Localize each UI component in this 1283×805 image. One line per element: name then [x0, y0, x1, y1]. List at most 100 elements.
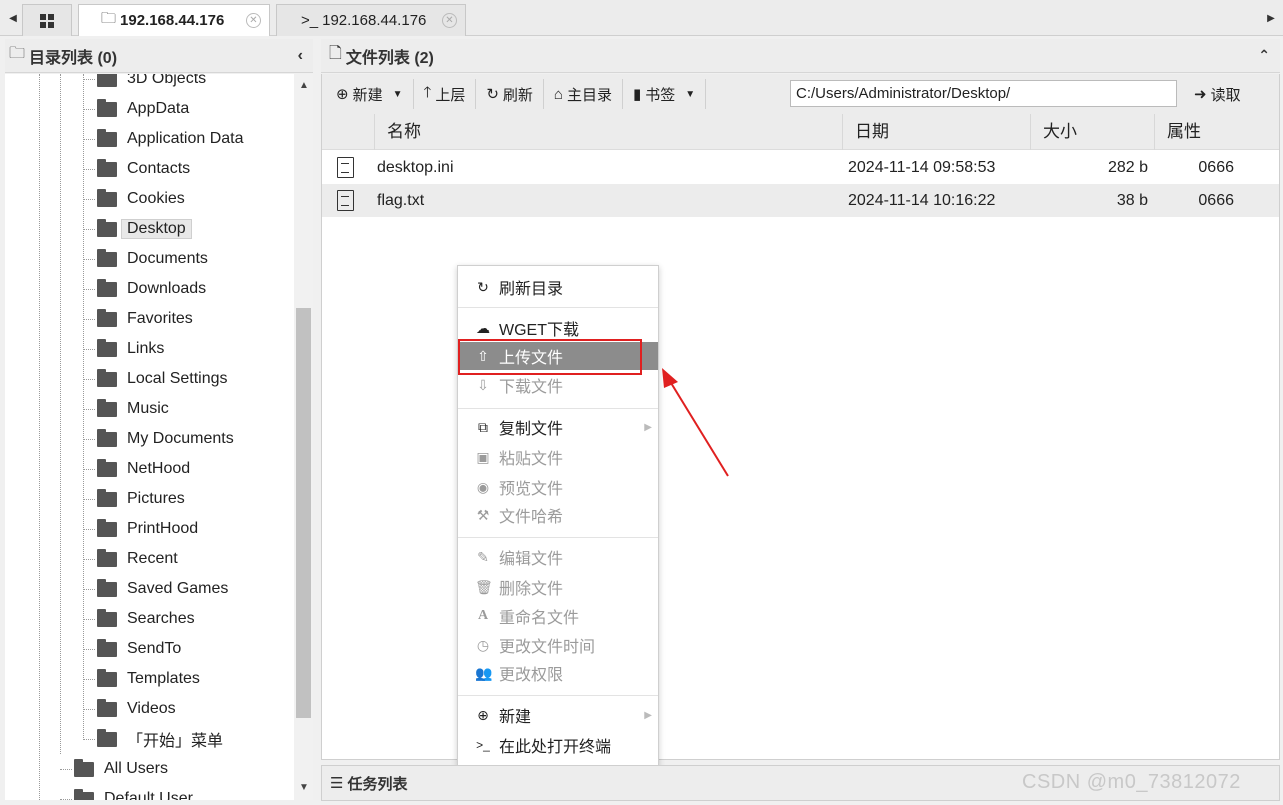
file-attr: 0666 [1198, 192, 1234, 209]
tree-scrollbar[interactable]: ▲ ▼ [294, 74, 313, 800]
new-label: 新建 [352, 86, 383, 104]
trash-icon: 🗑 [475, 578, 493, 595]
caret-down-icon: ▼ [392, 88, 403, 100]
folder-icon [97, 128, 117, 147]
tree-item[interactable]: Videos [97, 694, 176, 724]
folder-icon [97, 458, 117, 477]
folder-icon [97, 248, 117, 267]
folder-icon [97, 308, 117, 327]
tab-scroll-left-button[interactable]: ◀ [4, 4, 22, 32]
tree-item[interactable]: Saved Games [97, 574, 228, 604]
tree-item[interactable]: Recent [97, 544, 178, 574]
up-button[interactable]: 🡑 上层 [414, 79, 477, 109]
tree-item[interactable]: Local Settings [97, 364, 228, 394]
menu-item-rename[interactable]: A 重命名文件 [458, 602, 658, 630]
menu-item-change-time[interactable]: ◷ 更改文件时间 [458, 631, 658, 659]
menu-item-delete[interactable]: 🗑 删除文件 [458, 573, 658, 601]
tree-item-label: Downloads [127, 280, 207, 297]
menu-item-copy[interactable]: ⧉ 复制文件 ▶ [458, 413, 658, 441]
column-date[interactable]: 日期 [842, 114, 1030, 150]
tree-item[interactable]: PrintHood [97, 514, 198, 544]
close-icon[interactable]: ✕ [246, 13, 261, 28]
tree-item[interactable]: Application Data [97, 124, 244, 154]
tree-item[interactable]: Searches [97, 604, 195, 634]
tree-item[interactable]: Documents [97, 244, 208, 274]
collapse-up-button[interactable]: ⌃ [1258, 47, 1270, 64]
tree-item[interactable]: AppData [97, 94, 189, 124]
scrollbar-thumb[interactable] [296, 308, 311, 718]
terminal-icon: >_ [301, 12, 319, 29]
menu-item-download[interactable]: ⇩ 下载文件 [458, 371, 658, 399]
tree-item[interactable]: Music [97, 394, 169, 424]
tree-item[interactable]: My Documents [97, 424, 234, 454]
tree-item[interactable]: Cookies [97, 184, 185, 214]
menu-item-upload[interactable]: ⇧ 上传文件 [458, 342, 658, 370]
tree-item-label: Contacts [127, 160, 191, 177]
menu-item-open-terminal[interactable]: >_ 在此处打开终端 [458, 731, 658, 759]
up-label: 上层 [435, 86, 466, 104]
table-row[interactable]: flag.txt 2024-11-14 10:16:22 38 b 0666 [322, 184, 1279, 217]
column-size[interactable]: 大小 [1030, 114, 1154, 150]
folder-icon [74, 758, 94, 777]
menu-item-refresh-dir[interactable]: ↻ 刷新目录 [458, 273, 658, 301]
tree-item[interactable]: SendTo [97, 634, 181, 664]
tab-terminal[interactable]: >_ 192.168.44.176 ✕ [276, 4, 466, 36]
folder-icon [97, 278, 117, 297]
tree-item[interactable]: Links [97, 334, 164, 364]
font-icon: A [477, 608, 489, 623]
folder-icon [97, 368, 117, 387]
menu-item-wget[interactable]: ☁ WGET下载 [458, 314, 658, 342]
tree-item-label: PrintHood [127, 520, 199, 537]
tree-item[interactable]: 3D Objects [97, 74, 206, 94]
folder-icon [97, 338, 117, 357]
home-button[interactable]: ⌂ 主目录 [544, 79, 623, 109]
tree-item-label: 3D Objects [127, 74, 207, 87]
tree-item-label: Favorites [127, 310, 193, 327]
menu-label: 在此处打开终端 [499, 739, 612, 756]
read-button[interactable]: ➜ 读取 [1184, 79, 1251, 109]
menu-item-change-perm[interactable]: 👥 更改权限 [458, 659, 658, 687]
tree-item[interactable]: Favorites [97, 304, 193, 334]
home-label: 主目录 [566, 86, 612, 104]
bookmark-button[interactable]: ▮ 书签 ▼ [623, 79, 707, 109]
tree-item[interactable]: Downloads [97, 274, 206, 304]
tab-database[interactable]: 🗀 192.168.44.176 ✕ [78, 4, 270, 36]
tree-item[interactable]: Pictures [97, 484, 185, 514]
menu-item-hash[interactable]: ⚒ 文件哈希 [458, 501, 658, 529]
tab-home[interactable] [22, 4, 72, 36]
close-icon[interactable]: ✕ [442, 13, 457, 28]
home-icon: ⌂ [553, 85, 563, 103]
collapse-left-button[interactable]: ‹ [298, 47, 303, 65]
table-row[interactable]: desktop.ini 2024-11-14 09:58:53 282 b 06… [322, 151, 1279, 184]
tree-item-label: 「开始」菜单 [127, 733, 224, 750]
file-size: 282 b [1107, 159, 1148, 176]
folder-icon [74, 788, 94, 800]
menu-label: 文件哈希 [499, 509, 564, 526]
column-attr[interactable]: 属性 [1154, 114, 1279, 150]
menu-item-edit[interactable]: ✎ 编辑文件 [458, 543, 658, 571]
column-name[interactable]: 名称 [374, 114, 842, 150]
users-icon: 👥 [475, 664, 493, 681]
directory-tree: 3D Objects AppData Application Data Contact… [5, 74, 313, 800]
tree-item[interactable]: NetHood [97, 454, 190, 484]
new-button[interactable]: ⊕ 新建 ▼ [322, 79, 414, 109]
menu-item-new[interactable]: ⊕ 新建 ▶ [458, 701, 658, 729]
folder-icon [97, 98, 117, 117]
edit-icon: ✎ [477, 548, 489, 565]
menu-item-paste[interactable]: ▣ 粘贴文件 [458, 443, 658, 471]
tree-item[interactable]: All Users [74, 754, 168, 784]
tree-item[interactable]: Contacts [97, 154, 190, 184]
menu-item-preview[interactable]: ◉ 预览文件 [458, 473, 658, 501]
tab-scroll-right-button[interactable]: ▶ [1262, 4, 1280, 32]
tree-item[interactable]: Templates [97, 664, 200, 694]
tree-item-label: Videos [127, 700, 176, 717]
tree-item[interactable]: Desktop [97, 214, 192, 244]
directory-panel-header: 🗀 目录列表 (0) ‹ [5, 39, 313, 73]
tree-item[interactable]: Default User [74, 784, 193, 800]
path-input[interactable] [790, 80, 1177, 107]
submenu-arrow-icon: ▶ [644, 709, 652, 721]
refresh-button[interactable]: ↻ 刷新 [476, 79, 544, 109]
tree-item[interactable]: 「开始」菜单 [97, 724, 223, 754]
tab-label: 192.168.44.176 [120, 12, 225, 29]
folder-icon [97, 638, 117, 657]
